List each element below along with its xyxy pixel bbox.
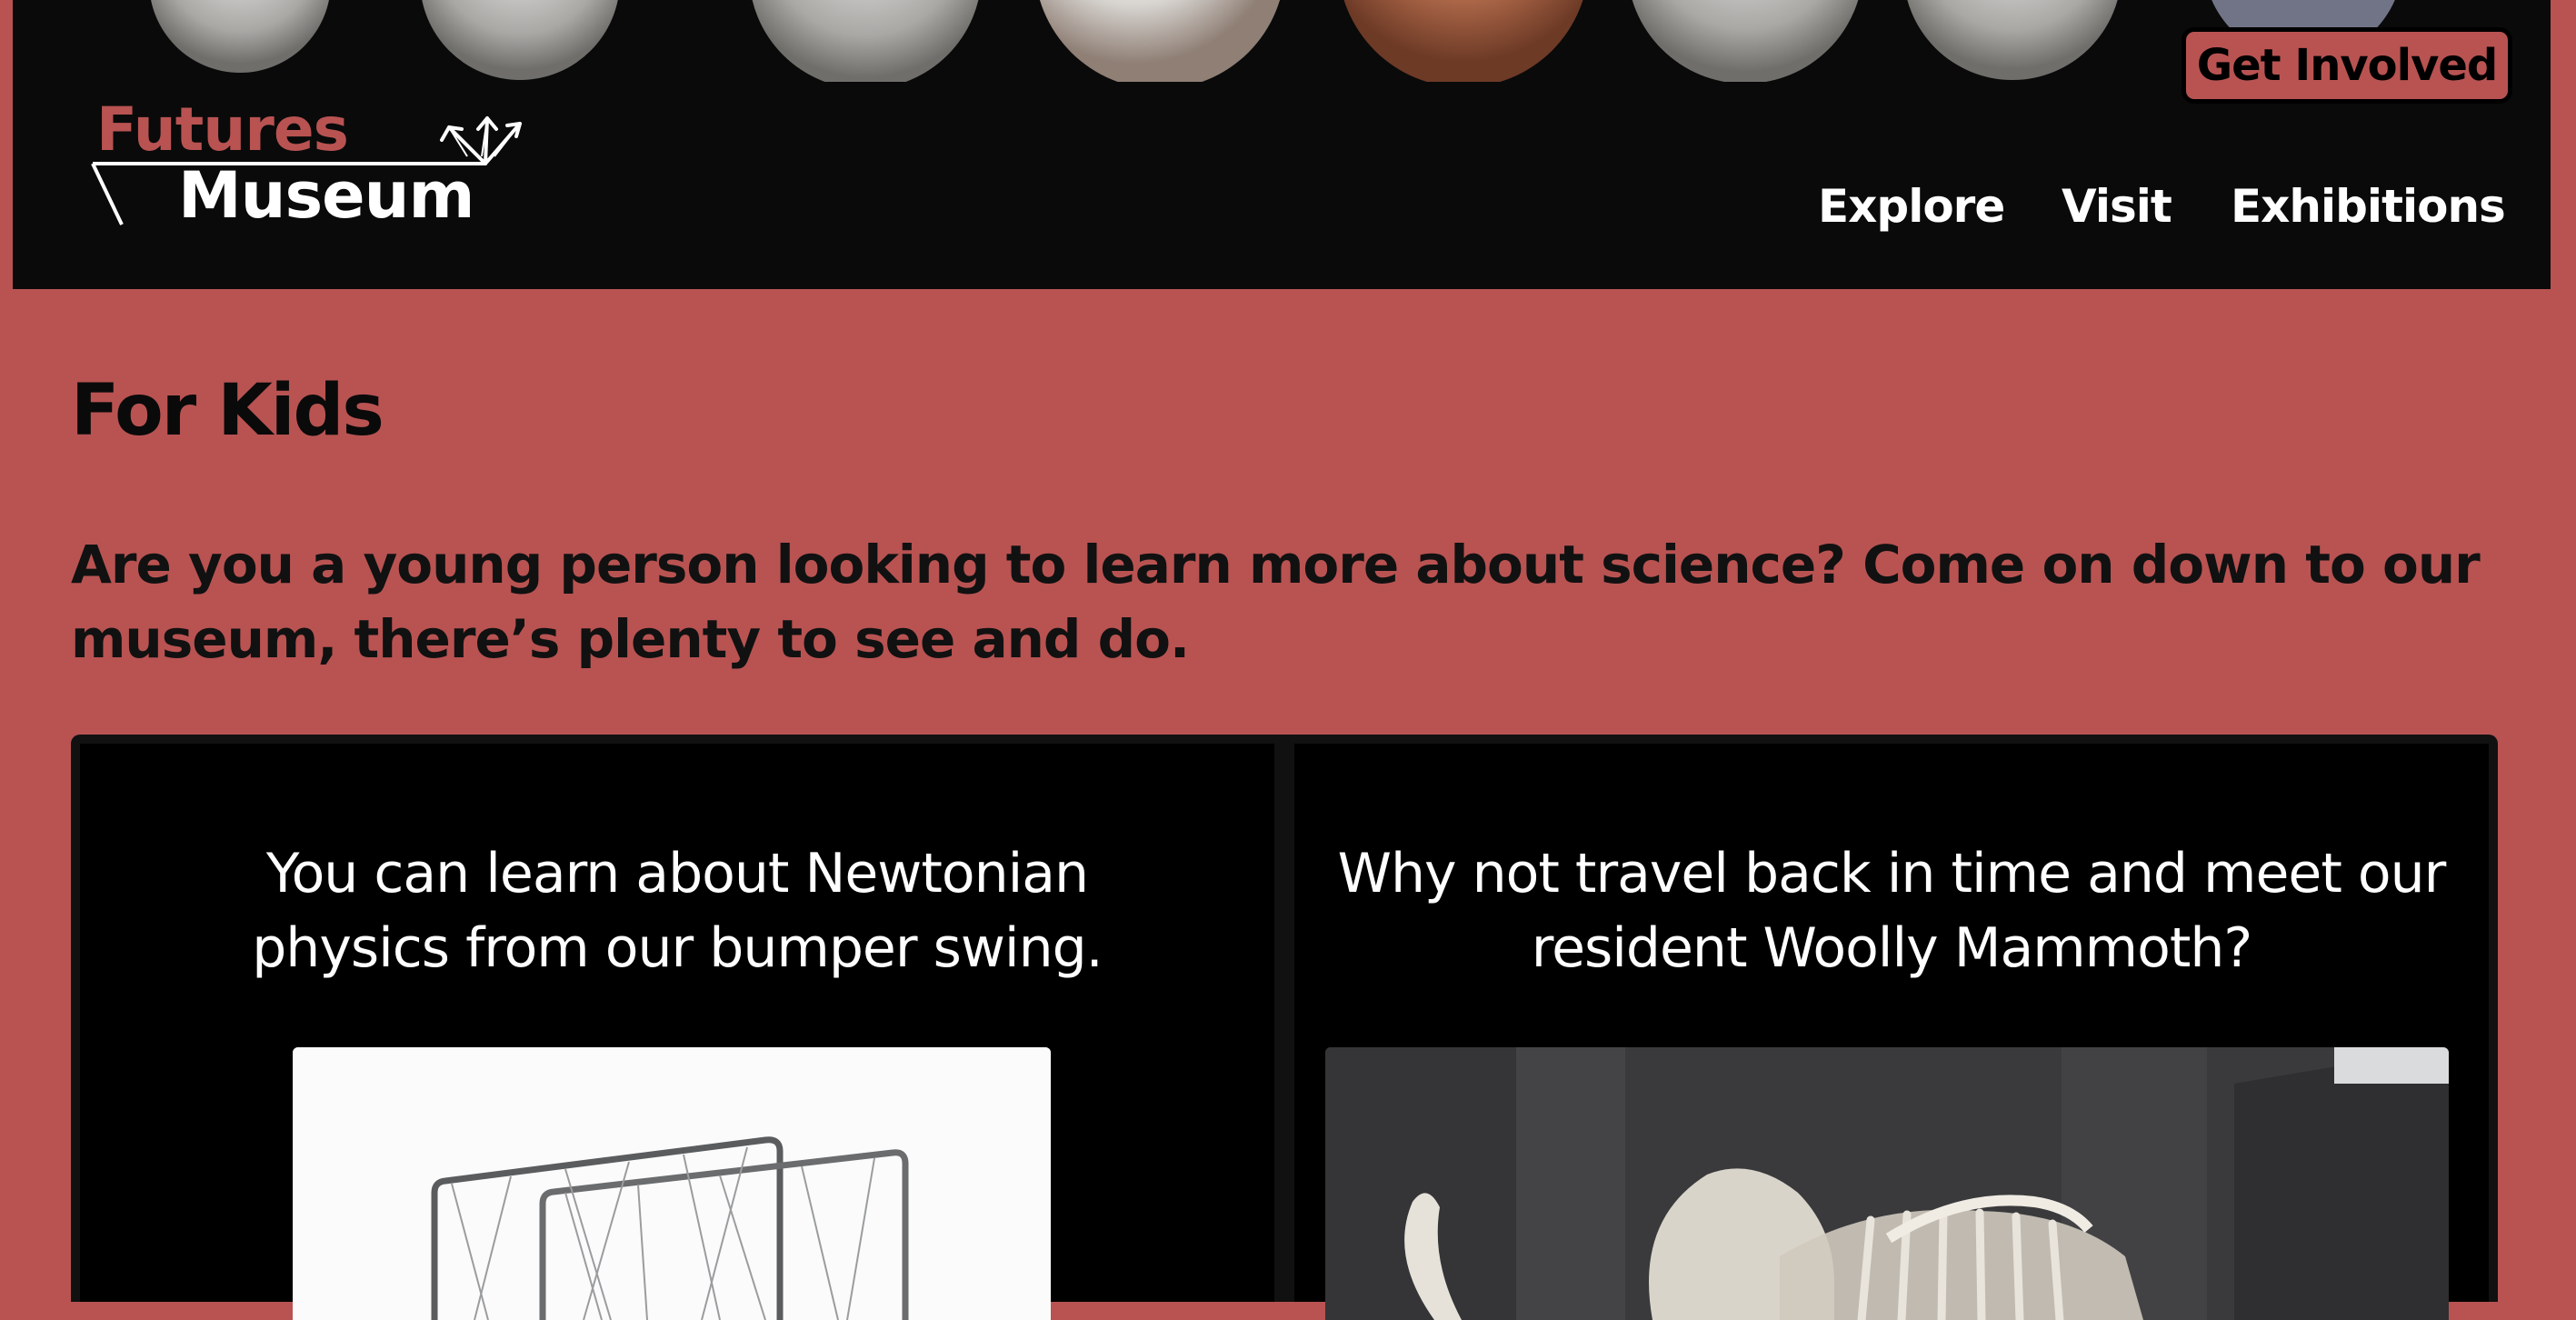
page-title: For Kids xyxy=(71,370,384,452)
card-bumper-swing: You can learn about Newtonian physics fr… xyxy=(80,744,1274,1320)
moon-phase xyxy=(151,0,329,73)
site-header: Futures Museum Get Involved Explore Visi… xyxy=(13,0,2551,289)
card-text: Why not travel back in time and meet our… xyxy=(1337,842,2447,980)
lunar-eclipse-banner xyxy=(151,0,2395,82)
moon-phase xyxy=(422,0,618,80)
intro-paragraph: Are you a young person looking to learn … xyxy=(71,534,2481,670)
moon-phase xyxy=(1343,0,1583,82)
woolly-mammoth-image xyxy=(1325,1047,2449,1320)
mammoth-skeleton-illustration xyxy=(1325,1047,2449,1320)
bumper-swing-image xyxy=(293,1047,1051,1320)
nav-item-visit[interactable]: Visit xyxy=(2062,180,2172,233)
card-text: You can learn about Newtonian physics fr… xyxy=(252,842,1103,980)
moon-phase xyxy=(1907,0,2118,80)
moon-phase xyxy=(1039,0,1281,82)
main-nav: Explore Visit Exhibitions xyxy=(13,180,2551,244)
card-woolly-mammoth: Why not travel back in time and meet our… xyxy=(1294,744,2489,1320)
kids-cards-grid: You can learn about Newtonian physics fr… xyxy=(71,735,2498,1320)
moon-phase xyxy=(1632,0,1859,82)
moon-phase xyxy=(752,0,979,82)
bumper-swing-illustration xyxy=(293,1047,1051,1320)
nav-item-exhibitions[interactable]: Exhibitions xyxy=(2231,180,2506,233)
get-involved-button[interactable]: Get Involved xyxy=(2182,27,2512,104)
nav-item-explore[interactable]: Explore xyxy=(1818,180,2005,233)
logo-text-futures: Futures xyxy=(96,95,349,165)
